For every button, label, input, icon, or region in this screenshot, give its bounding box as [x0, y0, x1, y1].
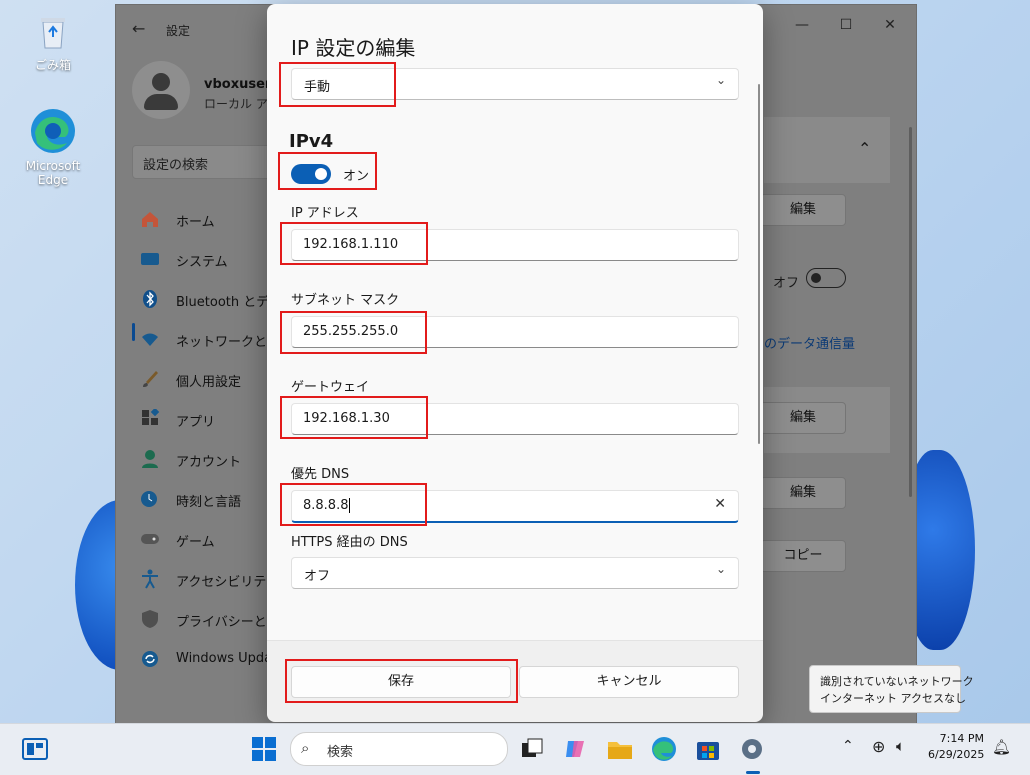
maximize-button[interactable]: ☐	[824, 11, 868, 39]
highlight-gateway	[280, 396, 428, 439]
copy-button[interactable]: コピー	[760, 540, 846, 572]
edit-button-1[interactable]: 編集	[760, 194, 846, 226]
https-dns-dropdown[interactable]: オフ ⌄	[291, 557, 739, 589]
preferred-dns-label: 優先 DNS	[291, 467, 350, 482]
desktop-recycle-bin[interactable]: ごみ箱	[13, 12, 93, 73]
https-dns-label: HTTPS 経由の DNS	[291, 535, 408, 550]
sidebar-item-windows-update[interactable]: Windows Upda	[132, 641, 282, 677]
cancel-button[interactable]: キャンセル	[519, 666, 739, 698]
widgets-icon[interactable]	[21, 735, 49, 763]
highlight-subnet	[280, 311, 427, 354]
shield-icon	[140, 609, 160, 629]
settings-gear-icon[interactable]	[738, 735, 766, 763]
sidebar-item-time-language[interactable]: 時刻と言語	[132, 481, 282, 517]
ip-settings-dialog: IP 設定の編集 手動 ⌄ IPv4 オン IP アドレス 192.168.1.…	[267, 4, 763, 722]
copilot-icon[interactable]	[562, 735, 590, 763]
system-clock[interactable]: 7:14 PM 6/29/2025	[928, 732, 984, 761]
clock-language-icon	[140, 489, 160, 509]
sidebar-item-privacy[interactable]: プライバシーとセキ	[132, 601, 293, 637]
sidebar-item-personalization[interactable]: 個人用設定	[132, 361, 282, 397]
start-icon[interactable]	[250, 735, 278, 763]
taskbar-search-input[interactable]: ⌕ 検索	[290, 732, 508, 766]
minimize-button[interactable]: —	[780, 11, 824, 39]
sidebar-item-network[interactable]: ネットワークとイン	[132, 321, 293, 357]
sidebar-item-accessibility[interactable]: アクセシビリティ	[132, 561, 282, 597]
highlight-mode	[279, 62, 396, 107]
update-icon	[140, 649, 160, 669]
globe-network-icon[interactable]: ⊕	[872, 737, 885, 756]
gamepad-icon	[140, 529, 160, 549]
highlight-dns	[280, 483, 427, 526]
sidebar-item-gaming[interactable]: ゲーム	[132, 521, 282, 557]
network-tooltip: 識別されていないネットワーク インターネット アクセスなし	[809, 665, 974, 713]
store-icon[interactable]	[694, 735, 722, 763]
system-icon	[140, 249, 160, 269]
avatar	[132, 61, 190, 119]
highlight-save	[285, 659, 518, 703]
clear-icon[interactable]: ✕	[714, 496, 726, 512]
account-icon	[140, 449, 160, 469]
network-icon	[140, 329, 160, 349]
content-panel-header: ⌃	[764, 117, 890, 183]
off-label: オフ	[773, 276, 800, 291]
edge-taskbar-icon[interactable]	[650, 735, 678, 763]
sidebar-item-bluetooth[interactable]: Bluetooth とデバ	[132, 281, 282, 317]
settings-search-input[interactable]: 設定の検索	[132, 145, 274, 179]
edge-icon	[29, 107, 77, 155]
ipv4-heading: IPv4	[289, 131, 334, 152]
desktop-icon-label: Microsoft Edge	[25, 159, 81, 187]
gateway-label: ゲートウェイ	[291, 380, 370, 395]
bluetooth-icon	[140, 289, 160, 309]
dialog-scrollbar[interactable]	[758, 84, 760, 444]
accessibility-icon	[140, 569, 160, 589]
notification-bell-icon[interactable]: 🔔︎	[992, 738, 1011, 756]
edit-button-3[interactable]: 編集	[760, 477, 846, 509]
desktop-edge[interactable]: Microsoft Edge	[13, 107, 93, 187]
sidebar-item-apps[interactable]: アプリ	[132, 401, 282, 437]
recycle-bin-icon	[33, 12, 73, 52]
sidebar-item-accounts[interactable]: アカウント	[132, 441, 282, 477]
desktop-icon-label: ごみ箱	[34, 58, 71, 72]
highlight-ip	[280, 222, 428, 265]
chevron-up-icon[interactable]: ⌃	[858, 139, 871, 158]
search-icon: ⌕	[301, 739, 310, 757]
chevron-down-icon: ⌄	[715, 562, 726, 576]
speaker-icon[interactable]: 🔈︎	[896, 737, 905, 755]
task-view-icon[interactable]	[518, 735, 546, 763]
brush-icon	[140, 369, 160, 389]
chevron-down-icon: ⌄	[715, 73, 726, 87]
close-button[interactable]: ✕	[868, 11, 912, 39]
apps-icon	[140, 407, 160, 429]
sidebar-item-home[interactable]: ホーム	[132, 201, 282, 237]
subnet-mask-label: サブネット マスク	[291, 293, 400, 308]
user-name: vboxuser	[204, 77, 272, 92]
edit-button-2[interactable]: 編集	[760, 402, 846, 434]
metered-toggle[interactable]	[806, 268, 846, 288]
home-icon	[140, 209, 160, 229]
back-arrow-icon[interactable]: ←	[132, 19, 145, 38]
taskbar: ⌕ 検索 ⌃ ⊕ 🔈︎ 7:14 PM 6/29/2025 🔔︎	[0, 723, 1030, 775]
ip-address-label: IP アドレス	[291, 206, 359, 221]
data-usage-link[interactable]: のデータ通信量	[764, 333, 855, 352]
dialog-title: IP 設定の編集	[291, 36, 416, 60]
highlight-toggle	[278, 152, 377, 190]
file-explorer-icon[interactable]	[606, 735, 634, 763]
sidebar-item-system[interactable]: システム	[132, 241, 282, 277]
window-scrollbar[interactable]	[909, 127, 912, 497]
chevron-up-icon[interactable]: ⌃	[842, 738, 854, 754]
window-title: 設定	[166, 24, 191, 38]
